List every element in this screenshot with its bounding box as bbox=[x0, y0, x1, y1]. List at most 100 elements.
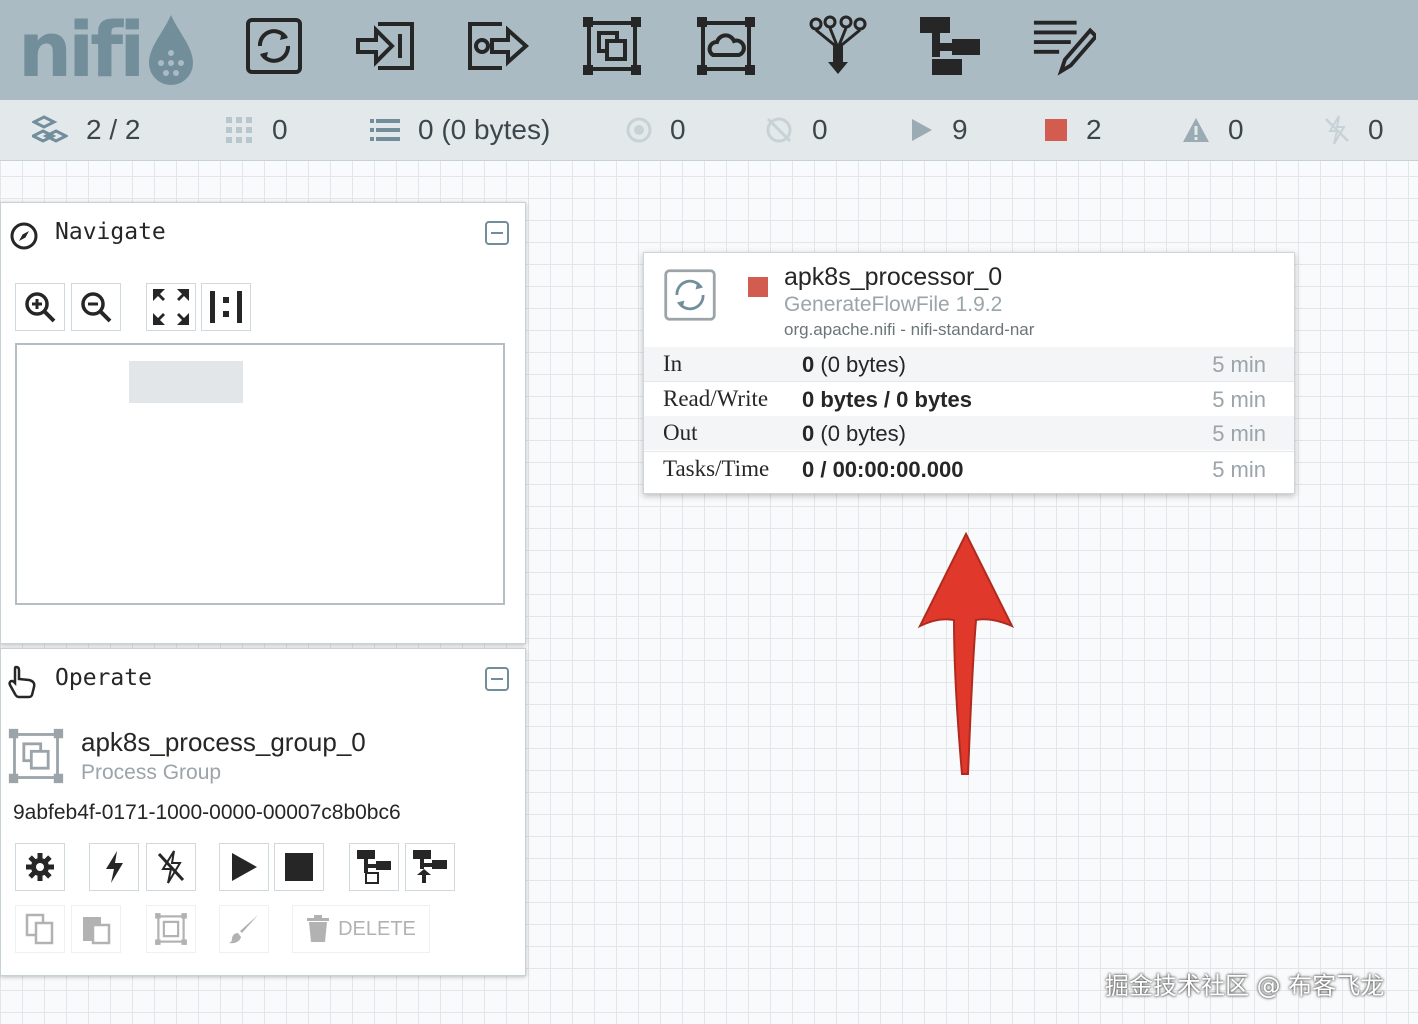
navigate-collapse-button[interactable] bbox=[485, 221, 509, 245]
processor-icon[interactable] bbox=[242, 14, 306, 78]
queued-grid-icon bbox=[226, 117, 252, 143]
selection-name: apk8s_process_group_0 bbox=[81, 727, 366, 757]
funnel-icon[interactable] bbox=[806, 14, 870, 78]
paste-button[interactable] bbox=[71, 905, 121, 953]
watermark: 掘金技术社区 @ 布客飞龙 bbox=[1105, 972, 1385, 1000]
enable-button[interactable] bbox=[89, 843, 139, 891]
stat-value-bold: 0 bbox=[802, 352, 815, 377]
remote-process-group-icon[interactable] bbox=[694, 14, 758, 78]
copy-button[interactable] bbox=[15, 905, 65, 953]
queued-bytes-status: 0 (0 bytes) bbox=[370, 112, 550, 148]
disabled-icon bbox=[1325, 115, 1349, 145]
processor-name: apk8s_processor_0 bbox=[784, 263, 1003, 291]
transmitting-status: 0 bbox=[626, 112, 686, 148]
actual-size-button[interactable] bbox=[201, 283, 251, 331]
logo-text: nifi bbox=[18, 4, 145, 94]
stat-row-out: Out 0 (0 bytes) 5 min bbox=[644, 416, 1294, 450]
navigate-title: Navigate bbox=[55, 219, 166, 245]
stat-row-tasks-time: Tasks/Time 0 / 00:00:00.000 5 min bbox=[644, 451, 1294, 486]
processor-component[interactable]: apk8s_processor_0 GenerateFlowFile 1.9.2… bbox=[643, 252, 1295, 494]
operate-collapse-button[interactable] bbox=[485, 667, 509, 691]
disabled-value: 0 bbox=[1368, 114, 1384, 145]
stopped-value: 2 bbox=[1086, 114, 1102, 145]
top-toolbar: nifi bbox=[0, 0, 1418, 100]
selection-type: Process Group bbox=[81, 761, 222, 784]
play-icon bbox=[232, 853, 257, 881]
process-group-icon bbox=[8, 728, 64, 784]
invalid-value: 0 bbox=[1228, 114, 1244, 145]
stop-button[interactable] bbox=[274, 843, 324, 891]
total-queued-status: 0 bbox=[224, 112, 288, 148]
running-value: 9 bbox=[952, 114, 968, 145]
actual-size-icon bbox=[210, 291, 242, 323]
birdseye-processor-marker bbox=[129, 361, 243, 403]
lightning-icon bbox=[106, 851, 123, 883]
stat-value-rest: (0 bytes) bbox=[814, 421, 906, 446]
stat-value-bold: 0 bytes / 0 bytes bbox=[802, 387, 972, 412]
selection-id: 9abfeb4f-0171-1000-0000-00007c8b0bc6 bbox=[13, 801, 401, 824]
birdseye-view[interactable] bbox=[15, 343, 505, 605]
process-group-icon[interactable] bbox=[580, 14, 644, 78]
stat-label: Out bbox=[663, 420, 698, 445]
zoom-in-button[interactable] bbox=[15, 283, 65, 331]
list-icon bbox=[370, 119, 400, 141]
processor-bundle: org.apache.nifi - nifi-standard-nar bbox=[784, 320, 1035, 339]
nifi-logo: nifi bbox=[18, 4, 195, 94]
navigate-header[interactable]: Navigate bbox=[1, 203, 525, 263]
disabled-status: 0 bbox=[1324, 112, 1384, 148]
gear-icon bbox=[26, 853, 54, 881]
processor-stopped-icon bbox=[748, 277, 768, 297]
processor-type-icon bbox=[664, 269, 716, 321]
upload-template-button[interactable] bbox=[405, 843, 455, 891]
upload-template-icon bbox=[413, 850, 447, 883]
threads-icon bbox=[32, 115, 68, 143]
stat-time: 5 min bbox=[1212, 387, 1266, 412]
create-template-button[interactable] bbox=[349, 843, 399, 891]
stat-row-read-write: Read/Write 0 bytes / 0 bytes 5 min bbox=[644, 381, 1294, 417]
operate-header[interactable]: Operate bbox=[1, 649, 525, 709]
stat-value: 0 / 00:00:00.000 bbox=[802, 457, 963, 483]
stat-value-bold: 0 / 00:00:00.000 bbox=[802, 457, 964, 482]
stat-time: 5 min bbox=[1212, 457, 1266, 482]
disable-button[interactable] bbox=[146, 843, 196, 891]
processor-type: GenerateFlowFile 1.9.2 bbox=[784, 293, 1003, 316]
input-port-icon[interactable] bbox=[354, 14, 418, 78]
group-button[interactable] bbox=[146, 905, 196, 953]
template-icon[interactable] bbox=[918, 14, 982, 78]
not-transmitting-status: 0 bbox=[764, 112, 828, 148]
stat-label: Tasks/Time bbox=[663, 456, 770, 481]
stat-row-in: In 0 (0 bytes) 5 min bbox=[644, 347, 1294, 381]
compass-icon bbox=[10, 222, 38, 250]
status-bar: 2 / 2 0 0 (0 bytes) 0 0 9 2 0 0 bbox=[0, 100, 1418, 161]
zoom-out-icon bbox=[81, 292, 112, 323]
delete-button[interactable]: DELETE bbox=[292, 905, 430, 953]
stop-icon bbox=[285, 853, 313, 881]
active-threads-status: 2 / 2 bbox=[32, 112, 140, 148]
disable-lightning-icon bbox=[157, 850, 185, 884]
invalid-status: 0 bbox=[1182, 112, 1244, 148]
delete-label: DELETE bbox=[338, 917, 416, 940]
change-color-button[interactable] bbox=[219, 905, 269, 953]
copy-icon bbox=[25, 913, 54, 945]
configure-button[interactable] bbox=[15, 843, 65, 891]
label-icon[interactable] bbox=[1032, 14, 1096, 78]
not-transmitting-icon bbox=[766, 117, 792, 143]
stopped-icon bbox=[1045, 119, 1067, 141]
output-port-icon[interactable] bbox=[466, 14, 530, 78]
hand-pointer-icon bbox=[8, 665, 36, 699]
zoom-out-button[interactable] bbox=[71, 283, 121, 331]
running-icon bbox=[912, 119, 932, 141]
zoom-in-icon bbox=[25, 292, 56, 323]
stat-value-rest: (0 bytes) bbox=[814, 352, 906, 377]
operate-panel: Operate apk8s_process_group_0 Process Gr… bbox=[0, 648, 526, 976]
operate-title: Operate bbox=[55, 665, 152, 691]
fit-button[interactable] bbox=[146, 283, 196, 331]
stat-value: 0 bytes / 0 bytes bbox=[802, 387, 972, 413]
navigate-panel: Navigate bbox=[0, 202, 526, 644]
threads-value: 2 / 2 bbox=[86, 114, 141, 145]
start-button[interactable] bbox=[219, 843, 269, 891]
not-transmitting-value: 0 bbox=[812, 114, 828, 145]
transmitting-icon bbox=[626, 117, 652, 143]
queued-count-value: 0 bbox=[272, 114, 288, 145]
warning-icon bbox=[1183, 118, 1209, 142]
